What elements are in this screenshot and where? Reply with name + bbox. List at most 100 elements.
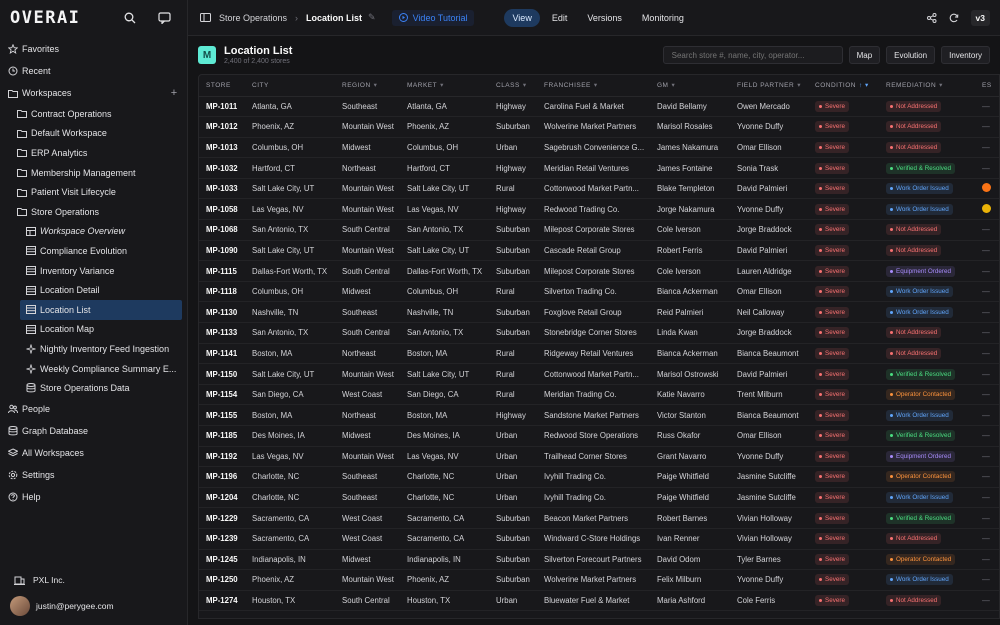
sidebar-item-people[interactable]: People — [0, 398, 187, 420]
sidebar-item-default-workspace[interactable]: Default Workspace — [0, 124, 187, 144]
sidebar-item-graph-database[interactable]: Graph Database — [0, 420, 187, 442]
sidebar-item-settings[interactable]: Settings — [0, 464, 187, 486]
filter-icon[interactable]: ▾ — [523, 82, 527, 89]
table-row[interactable]: MP-1118 Columbus, OH Midwest Columbus, OH Ru… — [199, 281, 999, 303]
tab-view[interactable]: View — [504, 8, 540, 27]
table-row[interactable]: MP-1012 Phoenix, AZ Mountain West Phoenix, … — [199, 116, 999, 138]
column-header-class[interactable]: CLASS ▾ — [489, 75, 537, 97]
table-row[interactable]: MP-1239 Sacramento, CA West Coast Sacrament… — [199, 528, 999, 550]
condition-cell: Severe — [808, 569, 879, 591]
table-row[interactable]: MP-1192 Las Vegas, NV Mountain West Las Veg… — [199, 446, 999, 468]
video-tutorial-link[interactable]: Video Tutorial — [391, 9, 475, 26]
cell-city: Dallas-Fort Worth, TX — [245, 260, 335, 282]
sidebar-toggle-icon[interactable] — [200, 13, 211, 22]
condition-badge: Severe — [815, 492, 849, 504]
condition-badge: Severe — [815, 183, 849, 195]
table-row[interactable]: MP-1141 Boston, MA Northeast Boston, MA Rura… — [199, 343, 999, 365]
table-row[interactable]: MP-1150 Salt Lake City, UT Mountain West Sa… — [199, 363, 999, 385]
pencil-icon[interactable]: ✎ — [368, 12, 376, 23]
column-header-region[interactable]: REGION ▾ — [335, 75, 400, 97]
sidebar-item-nightly-inventory-feed-ingestion[interactable]: Nightly Inventory Feed Ingestion — [0, 339, 187, 359]
table-row[interactable]: MP-1033 Salt Lake City, UT Mountain West Sa… — [199, 178, 999, 200]
sidebar-item-erp-analytics[interactable]: ERP Analytics — [0, 143, 187, 163]
column-header-condition[interactable]: CONDITION ↑ ▾ — [808, 75, 879, 97]
sidebar-item-contract-operations[interactable]: Contract Operations — [0, 104, 187, 124]
sidebar-item-recent[interactable]: Recent — [0, 60, 187, 82]
cell-store: MP-1196 — [199, 466, 245, 488]
sidebar-item-all-workspaces[interactable]: All Workspaces — [0, 442, 187, 464]
table-row[interactable]: MP-1058 Las Vegas, NV Mountain West Las Veg… — [199, 198, 999, 221]
table-row[interactable]: MP-1154 San Diego, CA West Coast San Diego,… — [199, 384, 999, 406]
table-row[interactable]: MP-1133 San Antonio, TX South Central San A… — [199, 322, 999, 344]
table-row[interactable]: MP-1032 Hartford, CT Northeast Hartford, CT… — [199, 157, 999, 179]
sidebar-item-location-map[interactable]: Location Map — [0, 320, 187, 340]
tab-versions[interactable]: Versions — [579, 9, 630, 27]
sidebar-item-workspace-overview[interactable]: Workspace Overview — [0, 222, 187, 242]
filter-icon[interactable]: ▾ — [440, 82, 444, 89]
sidebar-item-workspaces[interactable]: Workspaces + — [0, 82, 187, 104]
table-row[interactable]: MP-1090 Salt Lake City, UT Mountain West Sa… — [199, 240, 999, 262]
sidebar-item-location-list[interactable]: Location List — [20, 299, 182, 320]
condition-cell: Severe — [808, 343, 879, 365]
table-row[interactable]: MP-1011 Atlanta, GA Southeast Atlanta, GA Hi… — [199, 96, 999, 118]
tab-monitoring[interactable]: Monitoring — [634, 9, 692, 27]
sidebar-item-help[interactable]: Help — [0, 486, 187, 508]
sidebar-item-weekly-compliance-summary-e[interactable]: Weekly Compliance Summary E... — [0, 359, 187, 379]
tab-edit[interactable]: Edit — [544, 9, 576, 27]
table-row[interactable]: MP-1196 Charlotte, NC Southeast Charlotte, … — [199, 466, 999, 488]
table-row[interactable]: MP-1245 Indianapolis, IN Midwest Indianapol… — [199, 549, 999, 571]
column-header-es[interactable]: ES — [975, 75, 999, 97]
table-row[interactable]: MP-1229 Sacramento, CA West Coast Sacrament… — [199, 507, 999, 529]
column-header-market[interactable]: MARKET ▾ — [400, 75, 489, 97]
badge-label: Verified & Resolved — [896, 432, 951, 440]
sidebar-item-store-operations-data[interactable]: Store Operations Data — [0, 378, 187, 398]
es-cell: — — [975, 260, 999, 282]
column-header-store[interactable]: STORE — [199, 75, 245, 97]
table-row[interactable]: MP-1185 Des Moines, IA Midwest Des Moines, … — [199, 425, 999, 447]
sidebar-item-patient-visit-lifecycle[interactable]: Patient Visit Lifecycle — [0, 182, 187, 202]
chat-icon[interactable] — [151, 8, 177, 28]
sidebar-item-membership-management[interactable]: Membership Management — [0, 163, 187, 183]
version-badge[interactable]: v3 — [970, 9, 990, 26]
refresh-icon[interactable] — [949, 13, 959, 23]
sidebar-item-location-detail[interactable]: Location Detail — [0, 280, 187, 300]
org-switcher[interactable]: PXL Inc. — [0, 569, 187, 591]
cell-region: Southeast — [335, 466, 400, 488]
search-input[interactable] — [662, 46, 843, 64]
cell-gm: Marisol Rosales — [650, 116, 730, 138]
filter-icon[interactable]: ▾ — [594, 82, 598, 89]
filter-icon[interactable]: ▾ — [671, 82, 675, 89]
sidebar-item-favorites[interactable]: Favorites — [0, 38, 187, 60]
column-header-remediation[interactable]: REMEDIATION ▾ — [879, 75, 975, 97]
cell-franchisee: Sandstone Market Partners — [537, 404, 650, 426]
table-row[interactable]: MP-1013 Columbus, OH Midwest Columbus, OH Ur… — [199, 137, 999, 159]
table-row[interactable]: MP-1068 San Antonio, TX South Central San A… — [199, 219, 999, 241]
inventory-button[interactable]: Inventory — [941, 46, 990, 64]
column-header-gm[interactable]: GM ▾ — [650, 75, 730, 97]
user-menu[interactable]: justin@perygee.com — [0, 591, 187, 621]
table-row[interactable]: MP-1130 Nashville, TN Southeast Nashville, … — [199, 301, 999, 324]
table-row[interactable]: MP-1155 Boston, MA Northeast Boston, MA High… — [199, 404, 999, 426]
column-header-field-partner[interactable]: FIELD PARTNER ▾ — [730, 75, 808, 97]
add-workspace-button[interactable]: + — [167, 87, 181, 99]
search-icon[interactable] — [117, 8, 143, 28]
filter-icon[interactable]: ▾ — [939, 82, 943, 89]
filter-icon[interactable]: ▾ — [374, 82, 378, 89]
sort-ascending-icon[interactable]: ↑ ▾ — [859, 82, 869, 89]
remediation-badge: Not Addressed — [886, 595, 942, 607]
breadcrumb-workspace[interactable]: Store Operations — [219, 13, 287, 23]
share-icon[interactable] — [926, 12, 937, 23]
sidebar-item-compliance-evolution[interactable]: Compliance Evolution — [0, 241, 187, 261]
sidebar-item-inventory-variance[interactable]: Inventory Variance — [0, 261, 187, 281]
evolution-button[interactable]: Evolution — [886, 46, 936, 64]
map-button[interactable]: Map — [848, 46, 881, 64]
table-row[interactable]: MP-1274 Houston, TX South Central Houston, … — [199, 590, 999, 612]
table-row[interactable]: MP-1115 Dallas-Fort Worth, TX South Centra… — [199, 260, 999, 282]
table-row[interactable]: MP-1250 Phoenix, AZ Mountain West Phoenix, … — [199, 569, 999, 591]
sidebar-item-store-operations[interactable]: Store Operations — [0, 202, 187, 222]
table-row[interactable]: MP-1204 Charlotte, NC Southeast Charlotte, … — [199, 487, 999, 509]
badge-label: Severe — [825, 411, 845, 419]
column-header-city[interactable]: CITY — [245, 75, 335, 97]
column-header-franchisee[interactable]: FRANCHISEE ▾ — [537, 75, 650, 97]
filter-icon[interactable]: ▾ — [797, 82, 801, 89]
